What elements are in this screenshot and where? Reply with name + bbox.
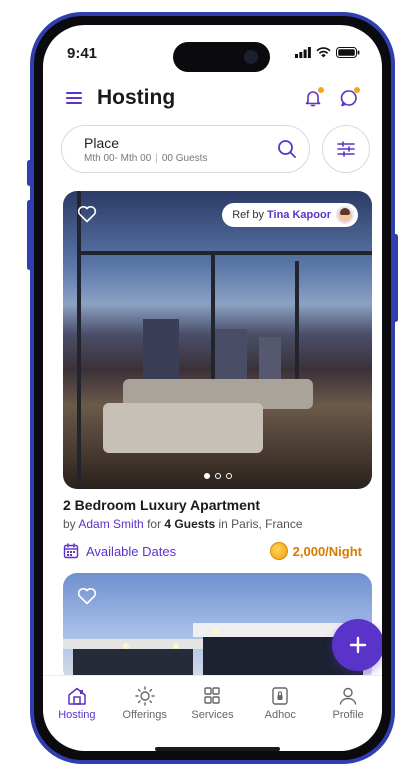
nav-hosting[interactable]: Hosting bbox=[47, 686, 107, 735]
app-header: Hosting bbox=[63, 81, 362, 115]
chat-dot bbox=[354, 87, 360, 93]
meta-in: in bbox=[218, 517, 228, 531]
search-icon[interactable] bbox=[277, 139, 297, 159]
chat-button[interactable] bbox=[336, 85, 362, 111]
home-indicator bbox=[155, 747, 280, 751]
listing-image[interactable]: Ref by Tina Kapoor bbox=[63, 191, 372, 489]
meta-guests: 4 Guests bbox=[164, 517, 216, 531]
ref-by-label: Ref by bbox=[232, 209, 265, 221]
nav-offerings[interactable]: Offerings bbox=[115, 686, 175, 735]
search-row: Place Mth 00- Mth 00 | 00 Guests bbox=[61, 125, 370, 173]
ref-name: Tina Kapoor bbox=[267, 209, 331, 221]
status-time: 9:41 bbox=[67, 45, 98, 62]
carousel-dot[interactable] bbox=[203, 473, 210, 479]
coin-icon bbox=[269, 542, 288, 560]
menu-icon[interactable] bbox=[63, 87, 85, 109]
notification-button[interactable] bbox=[300, 85, 326, 111]
carousel-dot[interactable] bbox=[225, 473, 232, 479]
screen: 9:41 Hosting Place Mth 00- Mth 00 | 00 G… bbox=[43, 25, 382, 751]
mute-switch bbox=[27, 160, 32, 186]
sun-icon bbox=[134, 686, 155, 706]
filter-button[interactable] bbox=[322, 125, 370, 173]
listing-meta: by Adam Smith for 4 Guests in Paris, Fra… bbox=[63, 517, 303, 531]
search-dates: Mth 00- Mth 00 bbox=[84, 152, 152, 164]
meta-by: by bbox=[63, 517, 76, 531]
phone-frame: 9:41 Hosting Place Mth 00- Mth 00 | 00 G… bbox=[27, 12, 398, 764]
window-frame bbox=[77, 191, 81, 489]
heart-icon[interactable] bbox=[77, 205, 97, 223]
sofa-seat bbox=[103, 403, 263, 453]
search-guests: 00 Guests bbox=[161, 152, 208, 164]
camera-icon bbox=[244, 50, 258, 64]
lock-box-icon bbox=[272, 687, 288, 705]
search-text: Place Mth 00- Mth 00 | 00 Guests bbox=[84, 135, 277, 164]
carousel-dots bbox=[63, 473, 372, 479]
dynamic-island bbox=[173, 42, 270, 72]
home-icon bbox=[68, 687, 86, 705]
nav-services[interactable]: Services bbox=[182, 686, 242, 735]
signal-icon bbox=[295, 47, 311, 58]
price-label: 2,000/Night bbox=[292, 543, 362, 559]
listing-actions: Available Dates 2,000/Night bbox=[63, 541, 362, 561]
nav-adhoc-label: Adhoc bbox=[264, 709, 296, 721]
wifi-icon bbox=[316, 47, 331, 58]
notification-dot bbox=[318, 87, 324, 93]
available-dates-label: Available Dates bbox=[86, 543, 177, 559]
volume-button bbox=[27, 200, 32, 270]
meta-location: Paris, France bbox=[231, 517, 303, 531]
nav-services-label: Services bbox=[191, 709, 234, 721]
nav-hosting-label: Hosting bbox=[58, 709, 96, 721]
grid-icon bbox=[204, 687, 221, 704]
search-input[interactable]: Place Mth 00- Mth 00 | 00 Guests bbox=[61, 125, 310, 173]
power-button bbox=[393, 234, 398, 322]
bottom-nav: Hosting Offerings Services Adhoc Profile bbox=[43, 675, 382, 735]
house-light bbox=[123, 643, 129, 649]
window-frame bbox=[77, 251, 372, 255]
house-roof bbox=[63, 639, 203, 649]
host-link[interactable]: Adam Smith bbox=[78, 517, 143, 531]
referral-badge: Ref by Tina Kapoor bbox=[222, 203, 358, 227]
add-listing-button[interactable] bbox=[332, 619, 382, 671]
heart-icon[interactable] bbox=[77, 587, 97, 605]
listing-image[interactable] bbox=[63, 573, 372, 683]
filter-icon bbox=[337, 141, 355, 157]
search-place: Place bbox=[84, 134, 120, 151]
calendar-icon bbox=[63, 543, 79, 559]
nav-offerings-label: Offerings bbox=[122, 709, 167, 721]
meta-for: for bbox=[147, 517, 162, 531]
listing-title[interactable]: 2 Bedroom Luxury Apartment bbox=[63, 497, 260, 513]
nav-adhoc[interactable]: Adhoc bbox=[250, 686, 310, 735]
nav-profile[interactable]: Profile bbox=[318, 686, 378, 735]
house bbox=[63, 623, 372, 683]
available-dates-button[interactable]: Available Dates bbox=[63, 543, 176, 559]
battery-icon bbox=[336, 47, 360, 58]
user-icon bbox=[339, 687, 357, 705]
search-sub: Mth 00- Mth 00 | 00 Guests bbox=[84, 152, 208, 164]
plus-icon bbox=[349, 636, 367, 654]
price: 2,000/Night bbox=[269, 542, 362, 560]
phone-bezel: 9:41 Hosting Place Mth 00- Mth 00 | 00 G… bbox=[34, 16, 391, 760]
avatar bbox=[336, 206, 354, 224]
status-icons bbox=[295, 47, 360, 58]
house-light bbox=[173, 643, 179, 649]
page-title: Hosting bbox=[97, 86, 176, 109]
nav-profile-label: Profile bbox=[332, 709, 364, 721]
house-light bbox=[213, 629, 219, 635]
carousel-dot[interactable] bbox=[214, 473, 221, 479]
